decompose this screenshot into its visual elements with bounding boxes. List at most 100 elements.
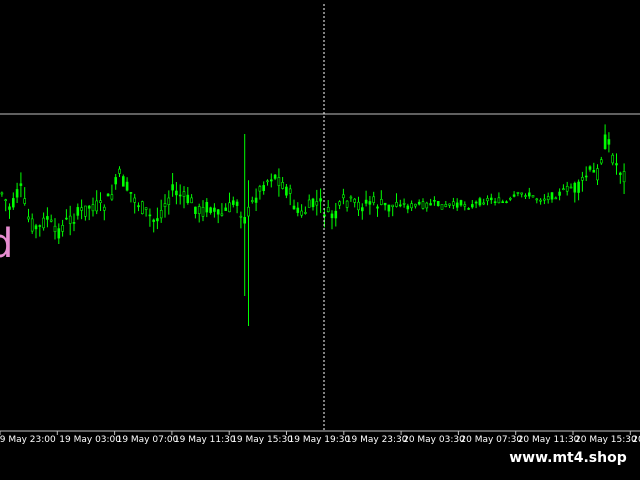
candle-body <box>615 163 618 166</box>
candle-body <box>474 201 478 204</box>
candle <box>118 166 121 177</box>
candle-body <box>410 203 413 209</box>
candle-body <box>68 215 72 224</box>
candle <box>281 177 284 190</box>
candle <box>512 191 516 198</box>
candle-body <box>334 210 338 219</box>
candle <box>27 208 30 223</box>
candle <box>99 192 102 211</box>
candle-body <box>588 166 592 170</box>
candle <box>402 198 406 208</box>
candle-body <box>520 192 524 195</box>
candle <box>46 207 49 228</box>
candle <box>505 200 508 204</box>
candle-body <box>383 202 387 206</box>
time-tick-label: 19 May 23:30 <box>346 435 408 445</box>
candle-body <box>493 201 497 203</box>
candle <box>603 124 607 150</box>
candle <box>326 200 330 213</box>
candle-body <box>258 186 262 192</box>
candle-body <box>80 207 83 211</box>
candle <box>137 202 140 212</box>
candle <box>581 171 584 192</box>
candle <box>554 196 558 200</box>
candle-body <box>577 181 580 193</box>
candle-body <box>0 192 4 195</box>
candle-body <box>129 192 133 194</box>
candle <box>167 190 171 215</box>
candle <box>379 190 383 206</box>
candle-body <box>122 176 125 187</box>
candle <box>395 193 398 208</box>
candle <box>12 192 15 210</box>
time-tick-label: 19 May 03:00 <box>59 435 121 445</box>
candle-body <box>205 202 209 213</box>
candle <box>106 193 110 197</box>
candle-body <box>581 177 584 181</box>
candle-body <box>444 204 448 207</box>
candle <box>543 194 546 205</box>
candle <box>440 204 444 210</box>
candle-body <box>49 219 53 222</box>
candle-body <box>516 192 520 194</box>
candle <box>285 184 288 199</box>
candle-body <box>141 201 144 215</box>
candle <box>387 204 391 218</box>
candle <box>156 207 159 230</box>
candle-body <box>508 198 512 200</box>
candle-body <box>376 206 379 209</box>
candle <box>478 196 482 207</box>
candle <box>452 197 455 210</box>
candle-body <box>209 207 212 213</box>
candle <box>527 187 531 199</box>
candle <box>258 184 262 200</box>
candle-body <box>573 182 577 193</box>
candle-body <box>607 139 611 145</box>
candle-body <box>133 197 136 203</box>
candle-body <box>281 182 284 189</box>
candle-body <box>315 201 319 206</box>
candle-body <box>486 198 489 202</box>
candle <box>0 191 4 197</box>
candle-body <box>524 195 527 197</box>
candle-body <box>8 206 11 210</box>
candle <box>372 191 376 206</box>
candle <box>23 187 27 206</box>
candlestick-chart[interactable]: 19 May 23:00 19 May 03:0019 May 07:0019 M… <box>0 0 640 480</box>
chart-window: 19 May 23:00 19 May 03:00 19 May 07:00 19 M… <box>0 0 640 480</box>
candle <box>315 189 319 216</box>
candle-body <box>65 217 68 220</box>
candle <box>615 153 618 175</box>
candle <box>417 199 421 206</box>
candle-body <box>539 199 542 202</box>
candle-body <box>224 207 227 211</box>
candle <box>486 195 489 206</box>
candle-body <box>554 197 558 200</box>
candle <box>163 194 167 218</box>
candle-body <box>489 197 493 201</box>
candle <box>368 196 372 215</box>
candle-body <box>436 201 440 207</box>
candle-body <box>106 193 110 197</box>
candle <box>288 184 292 206</box>
candle <box>122 174 125 187</box>
candle <box>588 165 592 172</box>
candle <box>482 198 486 206</box>
candle-body <box>262 185 266 191</box>
candle-body <box>175 190 178 196</box>
candle-body <box>353 198 357 203</box>
candle-body <box>186 194 190 204</box>
candle <box>459 199 463 207</box>
candle <box>622 163 626 194</box>
candle-body <box>448 203 451 206</box>
candle <box>42 212 45 231</box>
candle-body <box>232 200 235 205</box>
candle-body <box>455 202 459 208</box>
candle <box>235 199 239 214</box>
candle-body <box>87 205 91 209</box>
candle-body <box>4 199 7 201</box>
candle-body <box>304 212 307 214</box>
candle <box>133 193 136 214</box>
candle-body <box>596 168 599 181</box>
candle-body <box>296 207 300 213</box>
